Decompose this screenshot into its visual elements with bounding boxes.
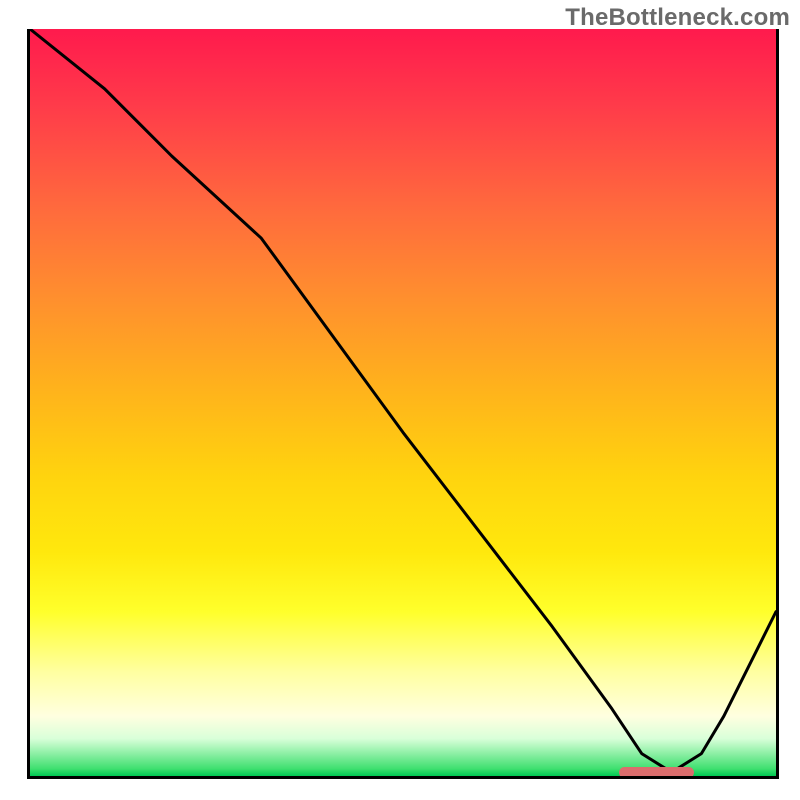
figure: TheBottleneck.com xyxy=(0,0,800,800)
optimal-range-marker xyxy=(619,767,694,778)
bottleneck-curve xyxy=(30,29,776,776)
plot-area xyxy=(27,29,779,779)
watermark-text: TheBottleneck.com xyxy=(565,4,790,32)
